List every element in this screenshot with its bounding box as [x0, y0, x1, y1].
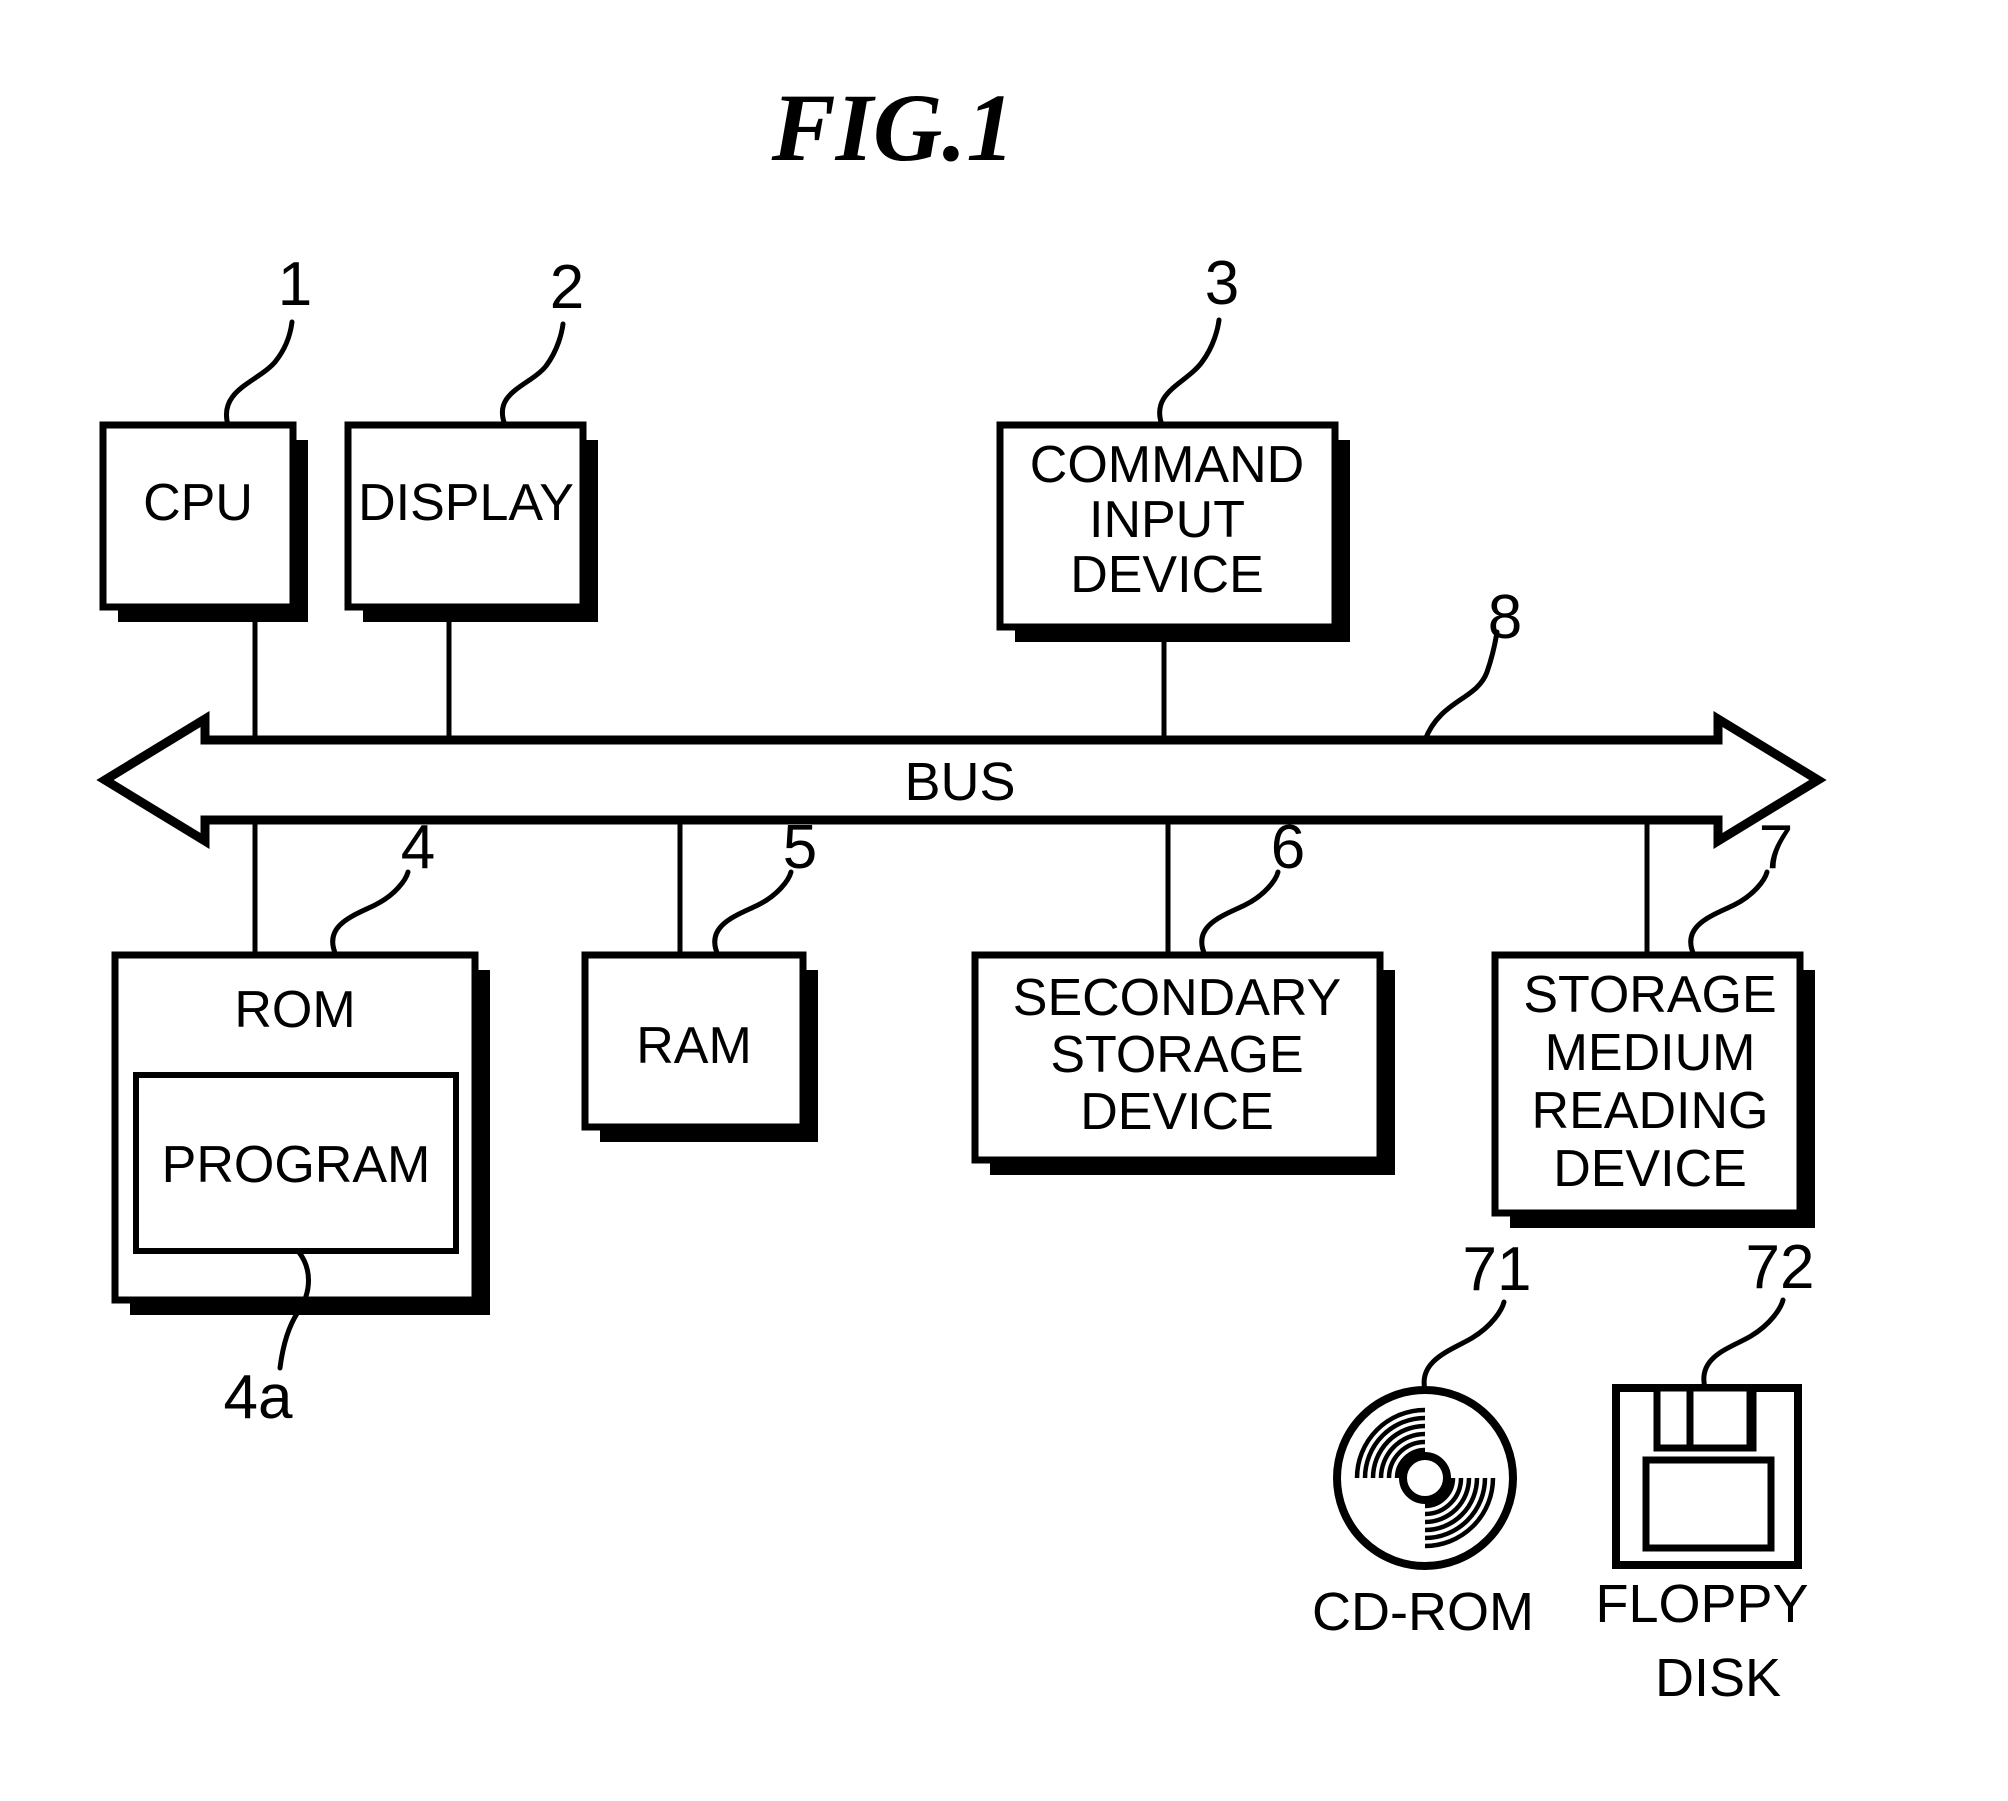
cpu-block: CPU 1: [99, 250, 312, 744]
storage-medium-reading-device-leader-line: [1688, 869, 1770, 958]
floppy-leader-line: [1701, 1297, 1786, 1391]
bus-numeral: 8: [1488, 583, 1522, 652]
ram-leader-line: [712, 869, 794, 958]
cpu-numeral: 1: [278, 250, 312, 319]
floppy-shutter-metal: [1686, 1384, 1754, 1452]
floppy-numeral: 72: [1746, 1233, 1815, 1302]
floppy-disk-icon: [1612, 1384, 1802, 1569]
command-input-device-block: COMMAND INPUT DEVICE 3: [996, 249, 1350, 744]
cdrom-leader-line: [1421, 1299, 1507, 1393]
cpu-label: CPU: [143, 474, 253, 532]
storage-medium-reading-device-numeral: 7: [1759, 813, 1793, 882]
cdrom-icon: [1333, 1386, 1517, 1570]
secondary-storage-device-label-line3: DEVICE: [1080, 1083, 1274, 1141]
program-numeral: 4a: [224, 1363, 293, 1432]
storage-medium-reading-device-label-line3: READING: [1532, 1082, 1769, 1140]
secondary-storage-device-leader-line: [1199, 869, 1281, 958]
cpu-leader-line: [223, 319, 295, 428]
bus-leader-line: [1422, 629, 1500, 743]
secondary-storage-device-label-line1: SECONDARY: [1013, 969, 1341, 1027]
figure-canvas: FIG.1 CPU 1 DISPLAY 2 COMMAND INPUT DEVI…: [96, 74, 1827, 1708]
ram-block: RAM 5: [581, 813, 818, 1142]
command-input-device-label-line1: COMMAND: [1030, 436, 1304, 494]
display-label: DISPLAY: [358, 474, 574, 532]
command-input-device-leader-line: [1157, 317, 1222, 428]
secondary-storage-device-block: SECONDARY STORAGE DEVICE 6: [971, 813, 1395, 1175]
storage-medium-reading-device-label-line4: DEVICE: [1553, 1140, 1747, 1198]
command-input-device-label-line2: INPUT: [1089, 491, 1245, 549]
bus-block: BUS 8: [96, 583, 1827, 850]
display-block: DISPLAY 2: [344, 253, 598, 744]
storage-medium-reading-device-label-line1: STORAGE: [1523, 966, 1776, 1024]
cdrom-center-hole: [1399, 1452, 1451, 1504]
rom-label: ROM: [234, 981, 355, 1039]
rom-block: ROM 4 PROGRAM 4a: [111, 813, 490, 1432]
floppy-label-area: [1642, 1456, 1775, 1552]
bus-label: BUS: [904, 752, 1015, 812]
floppy-label-line1: FLOPPY: [1595, 1574, 1808, 1634]
secondary-storage-device-numeral: 6: [1271, 813, 1305, 882]
rom-leader-line: [330, 869, 411, 958]
display-leader-line: [500, 321, 566, 428]
ram-label: RAM: [636, 1017, 752, 1075]
storage-medium-reading-device-label-line2: MEDIUM: [1545, 1024, 1756, 1082]
display-numeral: 2: [550, 253, 584, 322]
secondary-storage-device-label-line2: STORAGE: [1050, 1026, 1303, 1084]
patent-figure: FIG.1 CPU 1 DISPLAY 2 COMMAND INPUT DEVI…: [0, 0, 2008, 1801]
storage-medium-reading-device-block: STORAGE MEDIUM READING DEVICE 7: [1491, 813, 1815, 1228]
program-label: PROGRAM: [162, 1136, 431, 1194]
command-input-device-numeral: 3: [1205, 249, 1239, 318]
cdrom-media: 71 CD-ROM: [1312, 1235, 1534, 1642]
cdrom-numeral: 71: [1463, 1235, 1532, 1304]
floppy-media: 72 FLOPPY DISK: [1595, 1233, 1814, 1708]
rom-numeral: 4: [401, 813, 435, 882]
cdrom-label: CD-ROM: [1312, 1582, 1534, 1642]
command-input-device-label-line3: DEVICE: [1070, 546, 1264, 604]
figure-title: FIG.1: [771, 74, 1015, 181]
ram-numeral: 5: [783, 813, 817, 882]
floppy-label-line2: DISK: [1655, 1648, 1781, 1708]
